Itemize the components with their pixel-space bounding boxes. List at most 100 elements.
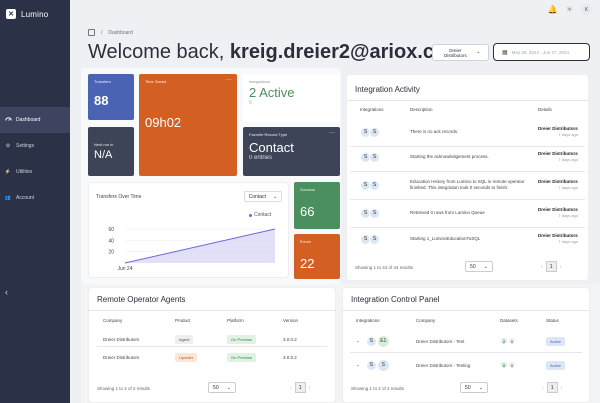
integration-pill[interactable]: S: [369, 151, 380, 163]
integration-pill[interactable]: S: [369, 126, 380, 138]
breadcrumb: / Dashboard: [88, 29, 133, 36]
integration-pill[interactable]: S: [369, 233, 380, 245]
next-page-icon[interactable]: ›: [561, 385, 563, 391]
success-tile[interactable]: Success 66: [294, 182, 340, 229]
prev-page-icon[interactable]: ‹: [541, 264, 543, 270]
agent-version: 3.0.0.2: [283, 336, 297, 342]
chevron-down-icon[interactable]: ⌄: [356, 338, 360, 344]
bolt-icon: ⚡: [4, 169, 12, 175]
next-run-tile[interactable]: Next run in N/A: [88, 127, 134, 176]
integration-pill[interactable]: S: [369, 179, 380, 191]
agent-platform: On Premise: [227, 334, 283, 344]
col-company: Company: [416, 318, 436, 323]
transfers-tile[interactable]: Transfers 88: [88, 74, 134, 120]
app-name: Lumino: [21, 9, 49, 19]
remote-agents-title: Remote Operator Agents: [97, 295, 186, 304]
table-row[interactable]: Dreier Distributors Agent On Premise 3.0…: [103, 333, 328, 345]
integration-pill[interactable]: E1: [376, 334, 390, 348]
status-badge[interactable]: Active: [546, 360, 565, 370]
control-table-header: Integrations Company Datasets Status: [356, 318, 581, 323]
activity-description: Starting 1_LuminoEducationToSQL: [410, 236, 481, 241]
chevron-down-icon[interactable]: ⌄: [356, 362, 360, 368]
time-saved-tile[interactable]: Time Saved ··· 09h02: [139, 74, 237, 176]
current-page[interactable]: 1: [294, 382, 306, 393]
col-platform: Platform: [227, 318, 244, 323]
activity-per-page-select[interactable]: 50 ⌄: [465, 261, 493, 272]
prev-page-icon[interactable]: ‹: [542, 385, 544, 391]
current-page[interactable]: 1: [545, 261, 557, 272]
time-saved-value: 09h02: [145, 115, 182, 130]
col-integrations: Integrations: [360, 107, 384, 112]
platform-badge: On Premise: [227, 334, 257, 344]
next-page-icon[interactable]: ›: [560, 264, 562, 270]
activity-details: Dreier Distributors 7 days ago: [538, 179, 578, 191]
breadcrumb-page[interactable]: Dashboard: [108, 30, 132, 36]
agent-product: Updater: [175, 352, 227, 362]
control-footer: Showing 1 to 2 of 2 results: [351, 386, 405, 391]
sidebar-toggle-icon[interactable]: [88, 29, 95, 36]
notification-icon[interactable]: 🔔: [548, 5, 558, 14]
table-row[interactable]: SS Starting the acknowledgement process.…: [360, 146, 585, 168]
activity-pages: ‹ 1 ›: [541, 261, 561, 272]
avatar[interactable]: K: [581, 4, 592, 15]
table-row[interactable]: ⌄ S E1 Dreier Distributors - Test 20 Activ…: [356, 334, 581, 348]
favorite-record-tile[interactable]: Favorite Record Type ··· Contact 0 entri…: [243, 127, 340, 176]
integrations-tile[interactable]: Integrations 2 Active 0: [243, 74, 340, 122]
table-row[interactable]: Dreier Distributors Updater On Premise 3…: [103, 351, 328, 363]
control-pagination: 50 ⌄: [460, 382, 488, 393]
product-badge: Agent: [175, 334, 194, 344]
integration-pill[interactable]: S: [365, 359, 377, 371]
table-row[interactable]: SS There is no ack records. Dreier Distr…: [360, 121, 585, 143]
agents-per-page-select[interactable]: 50 ⌄: [208, 382, 236, 393]
control-datasets: 20: [500, 337, 546, 345]
date-range-picker[interactable]: ▦ May 28, 2024 - Jun 27, 2024: [493, 43, 590, 61]
table-row[interactable]: SS Education History from Lumino to SQL …: [360, 174, 585, 196]
status-badge[interactable]: Active: [546, 336, 565, 346]
prev-page-icon[interactable]: ‹: [290, 385, 292, 391]
company-filter[interactable]: Dreier Distributors ⌄: [432, 44, 489, 61]
errors-tile[interactable]: Errors 22: [294, 234, 340, 279]
integration-activity-title: Integration Activity: [355, 85, 420, 94]
more-icon[interactable]: ···: [226, 77, 232, 83]
sidebar-item-account[interactable]: 👥 Account: [0, 185, 70, 211]
agents-table-header: Company Product Platform Version: [103, 318, 328, 323]
sidebar: ✕ Lumino Dashboard ⚙ Settings ⚡ Utilitie…: [0, 0, 70, 403]
next-run-label: Next run in: [94, 142, 114, 147]
integration-pill[interactable]: S: [369, 207, 380, 219]
sidebar-item-settings[interactable]: ⚙ Settings: [0, 133, 70, 159]
welcome-user: kreig.dreier2@ariox.com: [229, 41, 464, 63]
control-datasets: 00: [500, 361, 546, 369]
control-company: Dreier Distributors - Testing: [416, 362, 471, 368]
success-value: 66: [300, 204, 315, 219]
time-saved-label: Time Saved: [145, 79, 167, 84]
theme-toggle-icon[interactable]: ☀: [566, 5, 573, 14]
more-icon[interactable]: ···: [329, 130, 335, 136]
control-per-page-select[interactable]: 50 ⌄: [460, 382, 488, 393]
integration-pill[interactable]: S: [376, 358, 390, 372]
integrations-sub: 0: [249, 100, 252, 106]
table-row[interactable]: SS Starting 1_LuminoEducationToSQL Dreie…: [360, 228, 585, 250]
divider: [342, 310, 590, 311]
sidebar-item-utilities[interactable]: ⚡ Utilities: [0, 159, 70, 185]
transfers-value: 88: [94, 93, 109, 108]
users-icon: 👥: [4, 195, 12, 201]
page-title: Welcome back, kreig.dreier2@ariox.com: [88, 41, 464, 64]
table-row[interactable]: SS Retrieved 0 rows from Lumino Queue Dr…: [360, 202, 585, 224]
control-panel-title: Integration Control Panel: [351, 295, 440, 304]
welcome-prefix: Welcome back,: [88, 41, 230, 63]
sidebar-item-dashboard[interactable]: Dashboard: [0, 107, 70, 133]
activity-description: Retrieved 0 rows from Lumino Queue: [410, 210, 485, 215]
transfers-chart-card: Transfers Over Time Contact ⌄ Contact 60 4…: [88, 182, 289, 278]
current-page[interactable]: 1: [546, 382, 558, 393]
collapse-sidebar-icon[interactable]: ‹: [5, 287, 8, 297]
agent-company: Dreier Distributors: [103, 354, 140, 360]
agent-company: Dreier Distributors: [103, 336, 140, 342]
sidebar-item-label: Utilities: [16, 169, 33, 175]
chevron-down-icon: ⌄: [483, 263, 488, 270]
table-row[interactable]: ⌄ S S Dreier Distributors - Testing 00 Act…: [356, 358, 581, 372]
activity-time: 7 days ago: [558, 185, 578, 190]
next-run-value: N/A: [94, 149, 113, 161]
app-logo[interactable]: ✕ Lumino: [0, 0, 70, 28]
next-page-icon[interactable]: ›: [309, 385, 311, 391]
integration-pill[interactable]: S: [365, 335, 377, 347]
